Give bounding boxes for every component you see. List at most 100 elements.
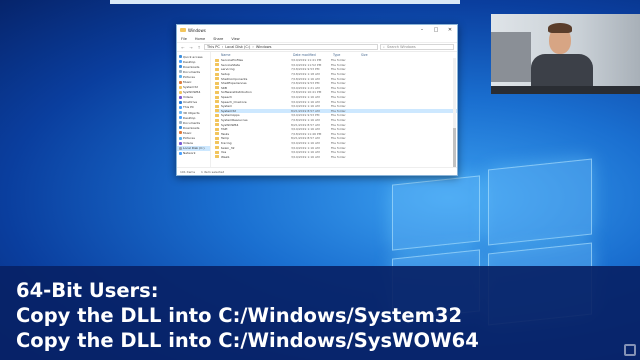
nav-item-label: OneDrive bbox=[183, 100, 198, 105]
folder-icon bbox=[215, 141, 219, 145]
close-icon[interactable]: ✕ bbox=[443, 25, 457, 35]
row-date: 7/18/2019 9:53 PM bbox=[291, 81, 320, 86]
row-type: File folder bbox=[331, 136, 346, 141]
row-date: 7/18/2019 10:41 PM bbox=[291, 90, 322, 95]
nav-item-icon bbox=[179, 116, 182, 120]
navigation-pane: Quick access Desktop Downloads Documents Pic… bbox=[177, 52, 211, 167]
row-name: SoftwareDistribution bbox=[221, 90, 252, 95]
row-type: File folder bbox=[331, 95, 346, 100]
chevron-right-icon: › bbox=[252, 45, 254, 49]
folder-icon bbox=[215, 104, 219, 108]
vertical-scrollbar[interactable] bbox=[453, 58, 456, 168]
row-type: File folder bbox=[331, 131, 346, 136]
row-type: File folder bbox=[331, 85, 346, 90]
folder-icon bbox=[215, 136, 219, 140]
row-type: File folder bbox=[331, 127, 346, 132]
table-row[interactable]: WaaS 3/19/2019 1:16 AM File folder bbox=[215, 154, 457, 159]
folder-icon bbox=[215, 95, 219, 99]
search-input[interactable]: ⌕ Search Windows bbox=[380, 44, 454, 50]
nav-item-label: Desktop bbox=[183, 59, 196, 64]
webcam-overlay bbox=[491, 14, 640, 94]
row-type: File folder bbox=[331, 76, 346, 81]
folder-icon bbox=[215, 113, 219, 117]
breadcrumb-this-pc[interactable]: This PC bbox=[207, 45, 220, 49]
folder-icon bbox=[215, 58, 219, 62]
folder-icon bbox=[215, 150, 219, 154]
address-bar[interactable]: This PC › Local Disk (C:) › Windows bbox=[204, 44, 378, 50]
column-name[interactable]: Name bbox=[221, 53, 293, 57]
folder-icon bbox=[215, 155, 219, 159]
breadcrumb-windows[interactable]: Windows bbox=[256, 45, 272, 49]
back-arrow-icon[interactable]: ← bbox=[180, 45, 186, 50]
row-date: 3/19/2019 11:52 PM bbox=[291, 62, 322, 67]
nav-item-label: Downloads bbox=[183, 125, 200, 130]
nav-item-label: Network bbox=[183, 151, 196, 156]
minimize-icon[interactable]: – bbox=[415, 25, 429, 35]
row-type: File folder bbox=[331, 104, 346, 109]
column-size[interactable]: Size bbox=[361, 53, 381, 57]
nav-item-icon bbox=[179, 95, 182, 99]
file-rows: ServiceProfiles 3/19/2019 11:41 PM File fo… bbox=[211, 58, 457, 159]
row-name: SKB bbox=[221, 85, 227, 90]
row-name: Setup bbox=[221, 72, 230, 77]
scrollbar-thumb[interactable] bbox=[453, 128, 456, 168]
tab-file[interactable]: File bbox=[181, 37, 187, 41]
column-type[interactable]: Type bbox=[333, 53, 361, 57]
row-name: WaaS bbox=[221, 154, 230, 159]
status-item-count: 101 items bbox=[180, 169, 196, 174]
nav-item-icon bbox=[179, 111, 182, 115]
tab-home[interactable]: Home bbox=[195, 37, 205, 41]
row-type: File folder bbox=[331, 113, 346, 118]
row-date: 8/21/2019 8:57 AM bbox=[291, 136, 320, 141]
row-type: File folder bbox=[331, 118, 346, 123]
folder-icon bbox=[215, 90, 219, 94]
nav-item-icon bbox=[179, 100, 182, 104]
nav-item-label: Local Disk (C:) bbox=[183, 146, 205, 151]
nav-item-label: 3D Objects bbox=[183, 110, 200, 115]
row-date: 8/21/2019 8:57 AM bbox=[291, 122, 320, 127]
ribbon-tabs: File Home Share View bbox=[177, 35, 457, 43]
watermark-icon bbox=[624, 344, 636, 356]
row-name: SystemResources bbox=[221, 118, 248, 123]
nav-item-label: Pictures bbox=[183, 74, 195, 79]
folder-icon bbox=[215, 146, 219, 150]
nav-item-label: Music bbox=[183, 130, 192, 135]
column-date[interactable]: Date modified bbox=[293, 53, 333, 57]
row-date: 8/21/2019 8:57 AM bbox=[291, 108, 320, 113]
nav-item-icon bbox=[179, 151, 182, 155]
nav-item-icon bbox=[179, 121, 182, 125]
folder-icon bbox=[215, 72, 219, 76]
row-type: File folder bbox=[331, 154, 346, 159]
row-type: File folder bbox=[331, 90, 346, 95]
breadcrumb-local-disk[interactable]: Local Disk (C:) bbox=[225, 45, 250, 49]
row-date: 7/18/2019 9:53 PM bbox=[291, 67, 320, 72]
row-date: 3/19/2019 1:16 AM bbox=[291, 154, 320, 159]
tab-share[interactable]: Share bbox=[213, 37, 223, 41]
nav-item-icon bbox=[179, 55, 182, 59]
file-explorer-window[interactable]: Windows – □ ✕ File Home Share View ← → ↑… bbox=[176, 24, 458, 176]
row-name: Temp bbox=[221, 136, 229, 141]
nav-item-label: Pictures bbox=[183, 136, 195, 141]
tab-view[interactable]: View bbox=[231, 37, 239, 41]
maximize-icon[interactable]: □ bbox=[429, 25, 443, 35]
nav-item-icon bbox=[179, 65, 182, 69]
forward-arrow-icon[interactable]: → bbox=[188, 45, 194, 50]
row-name: Tasks bbox=[221, 131, 230, 136]
folder-icon bbox=[215, 100, 219, 104]
row-date: 7/18/2019 11:46 PM bbox=[291, 131, 322, 136]
row-name: ServiceProfiles bbox=[221, 58, 243, 63]
nav-item-label: Documents bbox=[183, 69, 201, 74]
row-name: servicing bbox=[221, 67, 235, 72]
row-name: Speech bbox=[221, 95, 233, 100]
row-date: 3/19/2019 1:16 AM bbox=[291, 127, 320, 132]
row-type: File folder bbox=[331, 150, 346, 155]
nav-item-label: Videos bbox=[183, 141, 193, 146]
up-arrow-icon[interactable]: ↑ bbox=[196, 45, 202, 50]
nav-item-icon bbox=[179, 90, 182, 94]
status-selection: 1 item selected bbox=[201, 169, 225, 174]
row-date: 3/19/2019 11:41 PM bbox=[291, 58, 322, 63]
row-type: File folder bbox=[331, 62, 346, 67]
nav-item[interactable]: Network bbox=[177, 151, 210, 156]
title-bar[interactable]: Windows – □ ✕ bbox=[177, 25, 457, 35]
top-bar bbox=[110, 0, 460, 4]
